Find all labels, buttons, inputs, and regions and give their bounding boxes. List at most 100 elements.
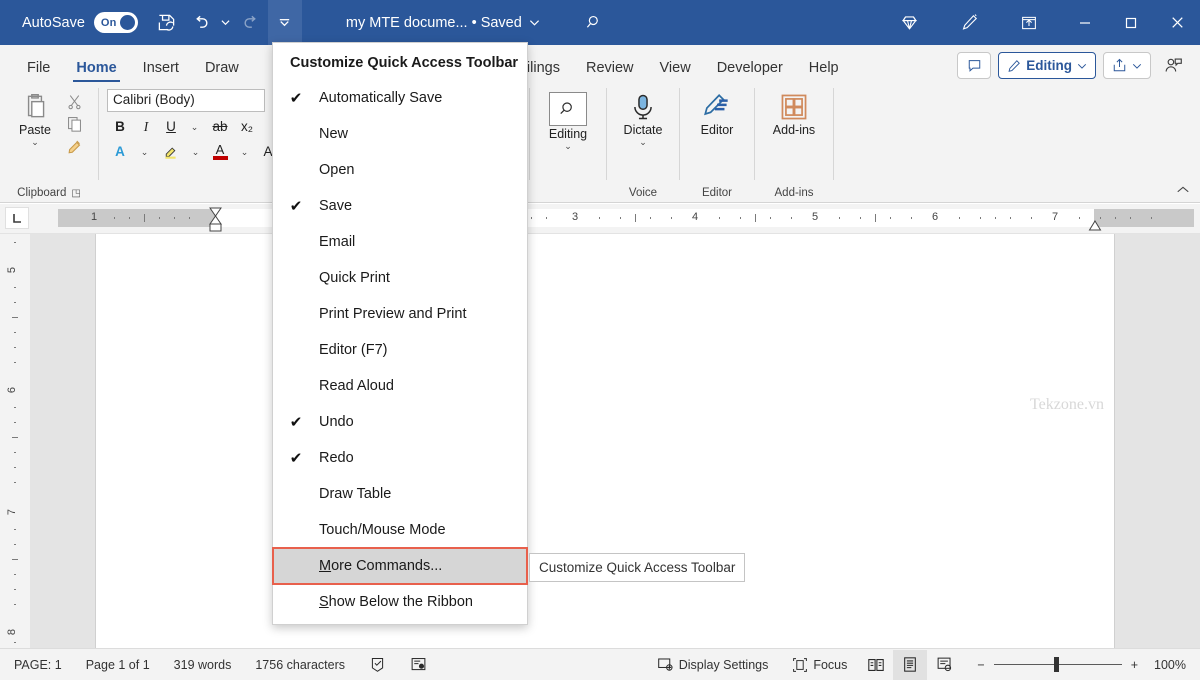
microphone-icon	[628, 92, 658, 122]
document-title-area[interactable]: my MTE docume... • Saved	[346, 15, 540, 31]
autosave-toggle[interactable]: On	[94, 12, 138, 33]
zoom-in-button[interactable]: +	[1131, 649, 1138, 680]
bold-button[interactable]: B	[108, 116, 132, 137]
document-canvas[interactable]	[30, 234, 1200, 648]
comments-button[interactable]	[957, 52, 991, 79]
font-name-input[interactable]: Calibri (Body)	[107, 89, 265, 112]
zoom-slider[interactable]	[994, 664, 1122, 665]
menu-item-label: Read Aloud	[319, 378, 527, 394]
horizontal-ruler[interactable]: 1 3 4 5 6 7	[0, 204, 1200, 234]
cut-button[interactable]	[64, 91, 85, 112]
close-icon[interactable]	[1154, 0, 1200, 45]
share-button[interactable]	[1103, 52, 1151, 79]
tab-draw[interactable]: Draw	[192, 61, 252, 83]
people-share-icon[interactable]	[1158, 56, 1188, 75]
tab-review[interactable]: Review	[573, 61, 647, 83]
tab-stop-left-icon[interactable]	[5, 207, 29, 229]
pen-icon[interactable]	[952, 6, 986, 40]
zoom-slider-thumb[interactable]	[1054, 657, 1059, 672]
underline-chevron-down-icon[interactable]: ⌄	[184, 116, 205, 137]
status-word-count[interactable]: 319 words	[162, 649, 244, 680]
editor-button[interactable]: Editor	[688, 86, 746, 137]
format-painter-button[interactable]	[64, 135, 85, 156]
menu-item-undo[interactable]: ✔ Undo	[273, 404, 527, 440]
highlight-chevron-down-icon[interactable]: ⌄	[185, 141, 206, 162]
text-effects-button[interactable]: A	[108, 141, 132, 162]
highlight-button[interactable]	[157, 141, 183, 162]
restore-window-icon[interactable]	[1012, 6, 1046, 40]
tab-developer[interactable]: Developer	[704, 61, 796, 83]
copy-button[interactable]	[64, 113, 85, 134]
tab-view[interactable]: View	[647, 61, 704, 83]
status-page-indicator[interactable]: PAGE: 1	[0, 649, 74, 680]
menu-item-save[interactable]: ✔ Save	[273, 188, 527, 224]
menu-item-touch-mouse-mode[interactable]: Touch/Mouse Mode	[273, 512, 527, 548]
web-layout-button[interactable]	[927, 650, 961, 680]
tab-file[interactable]: File	[14, 61, 63, 83]
menu-item-label: Editor (F7)	[319, 342, 527, 358]
menu-item-redo[interactable]: ✔ Redo	[273, 440, 527, 476]
focus-button[interactable]: Focus	[780, 649, 859, 680]
save-refresh-icon[interactable]	[150, 6, 184, 40]
copy-icon	[66, 115, 83, 132]
menu-item-editor-f7[interactable]: Editor (F7)	[273, 332, 527, 368]
menu-item-label-rest: ore Commands...	[331, 558, 442, 574]
tab-help[interactable]: Help	[796, 61, 852, 83]
menu-item-email[interactable]: Email	[273, 224, 527, 260]
zoom-out-button[interactable]: −	[961, 649, 984, 680]
paste-chevron-down-icon[interactable]: ⌄	[31, 138, 39, 146]
zoom-level-label[interactable]: 100%	[1138, 649, 1200, 680]
menu-item-show-below-the-ribbon[interactable]: Show Below the Ribbon	[273, 584, 527, 620]
editing-button-chevron-down-icon[interactable]: ⌄	[564, 142, 572, 150]
menu-item-label: Quick Print	[319, 270, 527, 286]
menu-item-print-preview-and-print[interactable]: Print Preview and Print	[273, 296, 527, 332]
underline-button[interactable]: U	[160, 116, 182, 137]
editing-button[interactable]: Editing ⌄	[539, 86, 597, 150]
print-layout-button[interactable]	[893, 650, 927, 680]
editor-label: Editor	[701, 123, 734, 137]
font-color-button[interactable]: A	[208, 141, 232, 162]
clipboard-dialog-launcher-icon[interactable]: ◳	[71, 188, 80, 199]
read-mode-button[interactable]	[859, 650, 893, 680]
collapse-ribbon-button[interactable]	[1176, 184, 1190, 198]
paste-button[interactable]: Paste ⌄	[6, 86, 64, 146]
menu-item-quick-print[interactable]: Quick Print	[273, 260, 527, 296]
menu-item-more-commands[interactable]: More Commands...	[273, 548, 527, 584]
undo-icon[interactable]	[184, 6, 218, 40]
diamond-icon[interactable]	[892, 6, 926, 40]
menu-item-read-aloud[interactable]: Read Aloud	[273, 368, 527, 404]
ruler-number-4: 4	[692, 211, 698, 223]
accessibility-icon[interactable]	[398, 649, 439, 680]
font-color-chevron-down-icon[interactable]: ⌄	[234, 141, 255, 162]
display-settings-button[interactable]: Display Settings	[645, 649, 781, 680]
dictate-button[interactable]: Dictate ⌄	[614, 86, 672, 146]
redo-icon[interactable]	[234, 6, 268, 40]
undo-chevron-down-icon[interactable]	[218, 6, 234, 40]
editing-mode-label: Editing	[1026, 58, 1072, 73]
menu-item-open[interactable]: Open	[273, 152, 527, 188]
text-effects-chevron-down-icon[interactable]: ⌄	[134, 141, 155, 162]
tab-insert[interactable]: Insert	[130, 61, 192, 83]
status-page-of[interactable]: Page 1 of 1	[74, 649, 162, 680]
vertical-ruler[interactable]: 5 6 7 8	[0, 234, 30, 648]
menu-item-automatically-save[interactable]: ✔ Automatically Save	[273, 80, 527, 116]
menu-item-new[interactable]: New	[273, 116, 527, 152]
spell-check-icon[interactable]	[357, 649, 398, 680]
minimize-icon[interactable]	[1062, 0, 1108, 45]
title-bar: AutoSave On	[0, 0, 1200, 45]
menu-item-draw-table[interactable]: Draw Table	[273, 476, 527, 512]
status-char-count[interactable]: 1756 characters	[243, 649, 357, 680]
search-icon[interactable]	[578, 6, 612, 40]
addins-button[interactable]: Add-ins	[765, 86, 823, 137]
dictate-chevron-down-icon[interactable]: ⌄	[639, 138, 647, 146]
subscript-button[interactable]: x₂	[235, 116, 259, 137]
document-page[interactable]	[95, 234, 1115, 648]
strikethrough-button[interactable]: ab	[207, 116, 233, 137]
chevron-up-icon	[1176, 185, 1190, 195]
maximize-icon[interactable]	[1108, 0, 1154, 45]
tab-home[interactable]: Home	[63, 61, 129, 83]
menu-item-label: Open	[319, 162, 527, 178]
editing-mode-button[interactable]: Editing	[998, 52, 1096, 79]
qat-customize-button[interactable]	[268, 0, 302, 45]
italic-button[interactable]: I	[134, 116, 158, 137]
